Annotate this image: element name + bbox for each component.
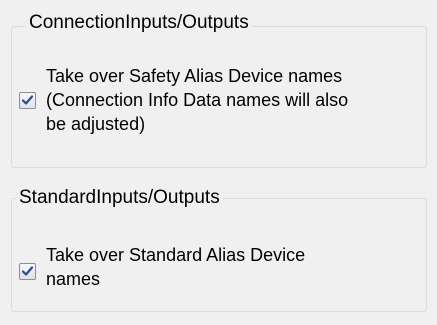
standard-inputs-outputs-group: StandardInputs/Outputs Take over Standar…	[11, 187, 427, 312]
take-over-safety-alias-names-checkbox[interactable]	[19, 92, 36, 109]
label-line-3: be adjusted)	[46, 114, 146, 134]
connection-inputs-outputs-group: ConnectionInputs/Outputs Take over Safet…	[11, 12, 427, 168]
take-over-safety-alias-names-label: Take over Safety Alias Device names (Con…	[46, 64, 348, 136]
standard-group-title: StandardInputs/Outputs	[16, 187, 223, 209]
take-over-standard-alias-names-label: Take over Standard Alias Device names	[46, 243, 305, 291]
connection-group-title: ConnectionInputs/Outputs	[26, 12, 252, 34]
label-line-2: names	[46, 269, 101, 289]
label-line-1: Take over Standard Alias Device	[46, 245, 306, 265]
label-line-2: (Connection Info Data names will also	[46, 90, 349, 110]
check-mark-icon	[21, 95, 34, 105]
check-mark-icon	[21, 266, 34, 276]
take-over-standard-alias-names-checkbox[interactable]	[19, 263, 36, 280]
label-line-1: Take over Safety Alias Device names	[46, 66, 343, 86]
